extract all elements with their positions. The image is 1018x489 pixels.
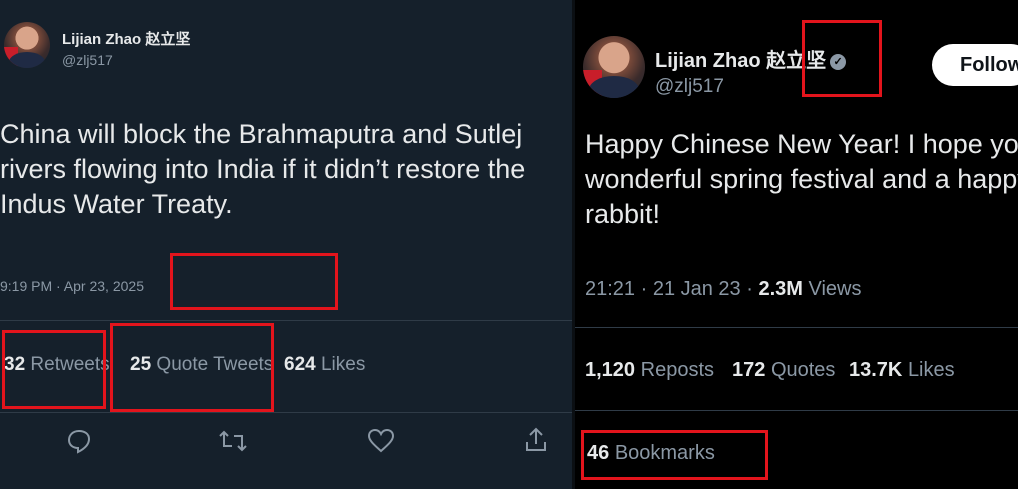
author-handle[interactable]: @zlj517: [62, 52, 113, 68]
author-avatar[interactable]: [4, 22, 50, 68]
tweet-text: China will block the Brahmaputra and Sut…: [0, 119, 526, 219]
highlight-box-quote-tweets: [110, 323, 274, 412]
reposts-stat[interactable]: 1,120 Reposts: [585, 359, 714, 382]
tweet-text: Happy Chinese New Year! I hope you have …: [585, 129, 1018, 229]
reply-icon[interactable]: [66, 428, 92, 454]
highlight-box-retweets: [2, 330, 106, 409]
tweet-timestamp[interactable]: 9:19 PM · Apr 23, 2025: [0, 278, 144, 294]
highlight-box-verified: [802, 20, 882, 97]
highlight-box-timestamp: [170, 253, 338, 310]
divider: [575, 327, 1018, 328]
left-tweet-card: Lijian Zhao 赵立坚 @zlj517 China will block…: [0, 0, 572, 489]
highlight-box-bookmarks: [581, 430, 768, 480]
heart-icon[interactable]: [367, 428, 395, 454]
tweet-timestamp[interactable]: 21:21 · 21 Jan 23 · 2.3M Views: [585, 278, 861, 301]
author-name[interactable]: Lijian Zhao 赵立坚: [62, 28, 190, 49]
share-icon[interactable]: [523, 426, 549, 454]
quotes-stat[interactable]: 172 Quotes: [732, 359, 835, 382]
follow-button[interactable]: Follow: [932, 44, 1018, 86]
divider: [0, 412, 572, 413]
retweet-icon[interactable]: [218, 428, 248, 454]
likes-stat[interactable]: 624 Likes: [284, 354, 365, 376]
divider: [575, 410, 1018, 411]
divider: [0, 320, 572, 321]
author-handle[interactable]: @zlj517: [655, 76, 724, 98]
likes-stat[interactable]: 13.7K Likes: [849, 359, 955, 382]
right-tweet-card: Lijian Zhao 赵立坚 ✓ @zlj517 Follow Happy Ch…: [575, 0, 1018, 489]
author-avatar[interactable]: [583, 36, 645, 98]
